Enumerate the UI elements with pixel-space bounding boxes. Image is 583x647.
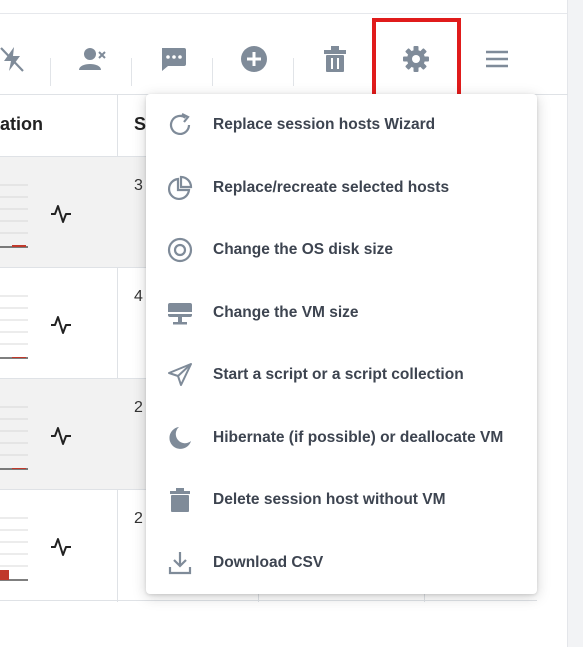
user-remove-icon[interactable]	[78, 44, 108, 74]
sessions-value: 2	[134, 399, 143, 416]
menu-item-label: Hibernate (if possible) or deallocate VM	[213, 429, 504, 446]
toolbar	[0, 14, 568, 95]
menu-item-label: Replace/recreate selected hosts	[213, 179, 450, 196]
usage-sparkline	[0, 184, 28, 248]
menu-item-label: Replace session hosts Wizard	[213, 116, 436, 133]
menu-item-label: Change the VM size	[213, 304, 359, 321]
trash-icon[interactable]	[320, 44, 350, 74]
activity-icon[interactable]	[49, 313, 73, 342]
send-icon	[166, 361, 194, 389]
usage-sparkline	[0, 517, 28, 581]
menu-item-delete-host[interactable]: Delete session host without VM	[146, 469, 537, 531]
menu-item-label: Start a script or a script collection	[213, 366, 464, 383]
menu-item-replace-recreate[interactable]: Replace/recreate selected hosts	[146, 157, 537, 219]
settings-highlight-box	[372, 18, 461, 99]
menu-item-label: Delete session host without VM	[213, 491, 446, 508]
menu-icon[interactable]	[482, 44, 512, 74]
sessions-value: 4	[134, 288, 143, 305]
add-circle-icon[interactable]	[239, 44, 269, 74]
usage-sparkline	[0, 406, 28, 470]
trash-icon	[166, 486, 194, 514]
bolt-off-icon[interactable]	[0, 44, 27, 74]
activity-icon[interactable]	[49, 535, 73, 564]
monitor-icon	[166, 299, 194, 327]
top-strip	[0, 0, 568, 14]
column-header-utilization[interactable]: ation	[0, 114, 43, 135]
sessions-value: 3	[134, 177, 143, 194]
sessions-value: 2	[134, 510, 143, 527]
message-icon[interactable]	[158, 44, 188, 74]
usage-sparkline	[0, 295, 28, 359]
refresh-icon	[166, 111, 194, 139]
menu-item-replace-wizard[interactable]: Replace session hosts Wizard	[146, 94, 537, 156]
download-icon	[166, 549, 194, 577]
menu-item-download-csv[interactable]: Download CSV	[146, 532, 537, 594]
menu-item-label: Download CSV	[213, 554, 324, 571]
menu-item-change-vm-size[interactable]: Change the VM size	[146, 282, 537, 344]
menu-item-change-disk[interactable]: Change the OS disk size	[146, 219, 537, 281]
moon-icon	[166, 424, 194, 452]
menu-item-label: Change the OS disk size	[213, 241, 394, 258]
menu-item-hibernate[interactable]: Hibernate (if possible) or deallocate VM	[146, 407, 537, 469]
activity-icon[interactable]	[49, 202, 73, 231]
pie-chart-icon	[166, 174, 194, 202]
scrollbar-track[interactable]	[567, 0, 583, 647]
column-header-sessions[interactable]: S	[134, 114, 146, 135]
disk-icon	[166, 236, 194, 264]
activity-icon[interactable]	[49, 424, 73, 453]
menu-item-start-script[interactable]: Start a script or a script collection	[146, 344, 537, 406]
settings-dropdown-menu: Replace session hosts Wizard Replace/rec…	[146, 94, 537, 594]
